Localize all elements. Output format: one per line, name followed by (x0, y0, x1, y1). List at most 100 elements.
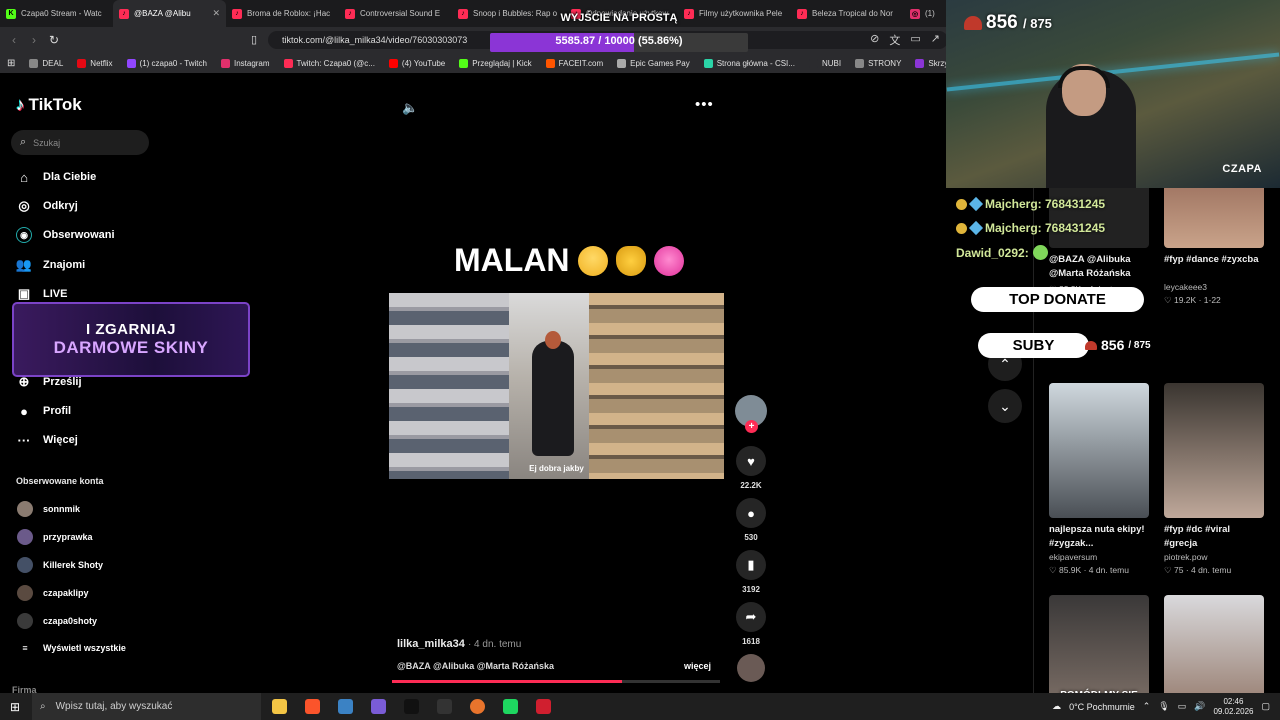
browser-tab[interactable]: ♪ @BAZA @Alibu ✕ (113, 0, 226, 27)
followed-account[interactable]: Killerek Shoty (17, 557, 103, 573)
screen-icon[interactable]: ▭ (910, 32, 920, 48)
volume-icon[interactable]: 🔈 (402, 100, 418, 116)
bookmark-item[interactable]: STRONY (848, 58, 908, 68)
forward-icon[interactable]: › (24, 33, 44, 47)
recommended-video[interactable]: najlepsza nuta ekipy! #zygzak... ekipaver… (1049, 383, 1149, 576)
browser-tab[interactable]: ♪ Broma de Roblox: ¡Hac (226, 0, 339, 27)
bookmark-icon[interactable]: ▯ (244, 33, 264, 46)
share-icon[interactable]: ↗ (931, 32, 940, 48)
sidebar-item-following[interactable]: ◉ Obserwowani (16, 227, 115, 243)
sidebar-item-live[interactable]: ▣ LIVE (16, 286, 68, 302)
taskbar-app-icon[interactable] (536, 699, 551, 714)
notification-icon[interactable]: ▢ (1261, 701, 1270, 712)
bookmark-item[interactable]: Instagram (214, 58, 277, 68)
taskbar-app-icon[interactable] (503, 699, 518, 714)
comment-button[interactable]: ● 530 (733, 498, 769, 542)
more-description-button[interactable]: więcej (684, 661, 711, 671)
follow-plus-icon[interactable]: + (745, 420, 758, 433)
video-thumbnail (1164, 383, 1264, 518)
like-count: 19.2K (1173, 295, 1197, 305)
taskbar-clock[interactable]: 02:46 09.02.2026 (1213, 697, 1253, 717)
bookmark-favicon-icon (126, 58, 136, 68)
sidebar-item-label: Znajomi (43, 259, 86, 271)
windows-start-icon[interactable]: ⊞ (10, 700, 20, 714)
creator-avatar-button[interactable]: + (733, 395, 769, 433)
share-button[interactable]: ➦ 1618 (733, 602, 769, 646)
tab-close-icon[interactable]: ✕ (212, 8, 220, 19)
tab-title: @BAZA @Alibu (134, 9, 191, 18)
volume-tray-icon[interactable]: 🔊 (1194, 701, 1205, 712)
taskbar-app-icon[interactable] (272, 699, 287, 714)
save-button[interactable]: ▮ 3192 (733, 550, 769, 594)
sidebar-item-home[interactable]: ⌂ Dla Ciebie (16, 169, 96, 185)
bookmark-item[interactable]: (4) YouTube (382, 58, 452, 68)
sidebar-item-profile[interactable]: ● Profil (16, 403, 71, 419)
video-author[interactable]: lilka_milka34 · 4 dn. temu (397, 638, 521, 650)
compass-icon: ◎ (18, 198, 30, 213)
back-icon[interactable]: ‹ (4, 33, 24, 47)
mic-icon[interactable]: 🎙 (1158, 701, 1169, 712)
browser-tab[interactable]: ♪ Beleza Tropical do Nor (791, 0, 904, 27)
translate-icon[interactable]: 文 (889, 32, 900, 48)
alert-text: Dawid_0292: (956, 245, 1029, 260)
browser-tab[interactable]: K Czapa0 Stream - Watc (0, 0, 113, 27)
followed-account[interactable]: sonnmik (17, 501, 80, 517)
video-progress-bar[interactable] (392, 680, 720, 683)
taskbar-app-icon[interactable] (470, 699, 485, 714)
bookmark-favicon-icon (220, 58, 230, 68)
network-icon[interactable]: ▭ (1178, 701, 1187, 712)
like-button[interactable]: ♥ 22.2K (733, 446, 769, 490)
comment-count: 530 (744, 533, 758, 542)
followed-account[interactable]: czapaklipy (17, 585, 89, 601)
following-icon: ◉ (16, 227, 32, 243)
author-time: · 4 dn. temu (467, 639, 522, 650)
apps-icon[interactable]: ⊞ (0, 58, 22, 69)
pleading-emoji-icon (577, 245, 608, 276)
sidebar-item-more[interactable]: ··· Więcej (16, 432, 78, 448)
bookmark-item[interactable]: NUBI (802, 58, 848, 68)
sidebar-item-friends[interactable]: 👥 Znajomi (16, 257, 85, 273)
account-name: czapaklipy (43, 588, 89, 598)
avatar (17, 501, 33, 517)
video-player[interactable]: Ej dobra jakby (389, 293, 724, 479)
bookmark-label: (1) czapa0 - Twitch (139, 58, 207, 68)
search-input[interactable]: ⌕ Szukaj (11, 130, 149, 155)
taskbar-app-icon[interactable] (371, 699, 386, 714)
bookmark-item[interactable]: Przeglądaj | Kick (452, 58, 538, 68)
bookmark-item[interactable]: Strona główna - CSI... (697, 58, 802, 68)
taskbar-app-icon[interactable] (437, 699, 452, 714)
recommended-video[interactable]: #fyp #dc #viral #grecja piotrek.pow ♡ 75 ·… (1164, 383, 1264, 576)
bookmark-label: DEAL (42, 58, 64, 68)
video-author: piotrek.pow (1164, 552, 1208, 562)
bookmark-label: Instagram (233, 58, 270, 68)
followed-account[interactable]: przyprawka (17, 529, 93, 545)
weather-text[interactable]: 0°C Pochmurnie (1069, 702, 1135, 712)
bookmark-item[interactable]: Netflix (70, 58, 119, 68)
taskbar-app-icon[interactable] (305, 699, 320, 714)
pink-heart-emoji-icon (653, 245, 684, 276)
taskbar-search[interactable]: ⌕ Wpisz tutaj, aby wyszukać (32, 693, 261, 720)
tiktok-logo[interactable]: ♪ TikTok (16, 95, 82, 115)
sidebar-item-label: Obserwowani (43, 229, 115, 241)
bookmark-item[interactable]: DEAL (22, 58, 70, 68)
hide-icon[interactable]: ⊘ (870, 32, 879, 48)
bookmark-item[interactable]: Epic Games Pay (610, 58, 697, 68)
more-options-icon[interactable]: ••• (695, 96, 714, 113)
video-time: 1-22 (1203, 295, 1221, 305)
reload-icon[interactable]: ↻ (44, 33, 64, 47)
sidebar-item-compass[interactable]: ◎ Odkryj (16, 198, 78, 214)
bookmark-item[interactable]: Twitch: Czapa0 (@c... (277, 58, 382, 68)
cap-icon (964, 16, 982, 30)
bookmark-item[interactable]: (1) czapa0 - Twitch (120, 58, 214, 68)
scroll-down-button[interactable]: ⌄ (988, 389, 1022, 423)
show-all-link[interactable]: ≡ Wyświetl wszystkie (17, 643, 126, 653)
browser-tab[interactable]: ♪ Controversial Sound E (339, 0, 452, 27)
tray-chevron-icon[interactable]: ⌃ (1143, 701, 1151, 712)
free-skins-banner[interactable]: I ZGARNIAJ DARMOWE SKINY (12, 302, 250, 377)
taskbar-app-icon[interactable] (338, 699, 353, 714)
followed-account[interactable]: czapa0shoty (17, 613, 97, 629)
sound-avatar[interactable] (733, 654, 769, 682)
video-description[interactable]: @BAZA @Alibuka @Marta Różańska (397, 661, 554, 671)
bookmark-item[interactable]: FACEIT.com (539, 58, 610, 68)
taskbar-app-icon[interactable] (404, 699, 419, 714)
